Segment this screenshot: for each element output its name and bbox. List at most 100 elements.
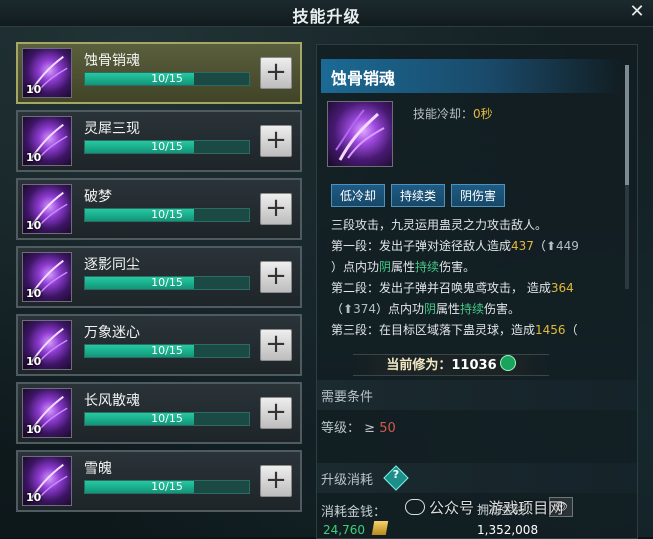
cultivation-banner: 当前修为：11036 [353, 354, 549, 376]
progress-text: 10/15 [151, 412, 183, 425]
claw-icon [335, 109, 385, 161]
desc-text: 第二段：发出子弹并召唤鬼鸢攻击， 造成 [331, 281, 551, 295]
progress-text: 10/15 [151, 140, 183, 153]
tag-low-cooldown: 低冷却 [331, 184, 386, 207]
skill-icon: 10 [22, 48, 72, 98]
cultivation-label: 当前修为： [386, 358, 452, 373]
desc-green: 持续 [415, 260, 440, 274]
progress-text: 10/15 [151, 480, 183, 493]
desc-number: 1456 [535, 323, 566, 337]
requirements-header: 需要条件 [321, 390, 374, 405]
cost-section: 升级消耗 [317, 463, 637, 493]
desc-number: 364 [550, 281, 574, 295]
upgrade-plus-button[interactable]: + [260, 261, 292, 293]
progress-text: 10/15 [151, 276, 183, 289]
skill-progress-bar: 10/15 [84, 344, 250, 358]
plus-icon: + [265, 465, 287, 495]
skill-name: 万象迷心 [84, 325, 140, 341]
skill-row[interactable]: 10 雪魄 10/15 + [16, 450, 302, 512]
skill-name: 长风散魂 [84, 393, 140, 409]
skill-icon: 10 [22, 252, 72, 302]
progress-text: 10/15 [151, 344, 183, 357]
detail-title: 蚀骨销魂 [331, 69, 396, 88]
cooldown-value: 0秒 [473, 107, 493, 121]
upgrade-plus-button[interactable]: + [260, 57, 292, 89]
plus-icon: + [265, 261, 287, 291]
skill-icon: 10 [22, 116, 72, 166]
cost-label: 消耗金钱： [321, 505, 387, 520]
desc-line: 第三段：在目标区域落下蛊灵球，造成1456（ [331, 320, 621, 341]
skill-tags: 低冷却 持续类 阴伤害 [331, 184, 511, 207]
skill-icon: 10 [22, 320, 72, 370]
desc-text: （ [331, 302, 344, 316]
cost-value: 24,760 [323, 523, 365, 537]
gold-coin-icon [371, 521, 389, 535]
skill-icon: 10 [22, 456, 72, 506]
desc-text: 属性 [436, 302, 461, 316]
requirement-label: 等级： [321, 421, 361, 436]
desc-line: 第一段：发出子弹对途径敌人造成437（⬆449 [331, 236, 621, 257]
desc-green: 阴 [424, 302, 437, 316]
title-bar: 技能升级 ✕ [0, 0, 653, 27]
requirements-section: 需要条件 [317, 380, 637, 410]
skill-name: 雪魄 [84, 461, 112, 477]
desc-text: 属性 [391, 260, 416, 274]
desc-text: 第一段：发出子弹对途径敌人造成 [331, 239, 512, 253]
skill-level: 10 [26, 151, 42, 164]
upgrade-plus-button[interactable]: + [260, 193, 292, 225]
scroll-thumb[interactable] [625, 65, 629, 185]
cost-header: 升级消耗 [321, 473, 374, 488]
skill-level: 10 [26, 83, 42, 96]
close-button[interactable]: ✕ [627, 2, 647, 22]
skill-level: 10 [26, 219, 42, 232]
upgrade-plus-button[interactable]: + [260, 397, 292, 429]
cooldown-info: 技能冷却：0秒 [413, 105, 493, 122]
skill-name: 破梦 [84, 189, 112, 205]
plus-icon: + [265, 397, 287, 427]
skill-row[interactable]: 10 灵犀三现 10/15 + [16, 110, 302, 172]
requirement-operator: ≥ [364, 421, 376, 436]
desc-green: 持续 [460, 302, 485, 316]
desc-line: 三段攻击，九灵运用蛊灵之力攻击敌人。 [331, 218, 548, 232]
desc-text: （ [533, 239, 546, 253]
skill-row[interactable]: 10 破梦 10/15 + [16, 178, 302, 240]
owned-money-value: 1,352,008 [477, 523, 539, 537]
skill-level: 10 [26, 423, 42, 436]
skill-detail-icon [327, 101, 393, 167]
level-requirement: 等级： ≥ 50 [321, 417, 396, 436]
plus-icon: + [265, 57, 287, 87]
plus-icon: + [265, 125, 287, 155]
skill-row[interactable]: 10 长风散魂 10/15 + [16, 382, 302, 444]
upgrade-plus-button[interactable]: + [260, 465, 292, 497]
plus-icon: + [265, 193, 287, 223]
desc-text: 伤害。 [439, 260, 476, 274]
desc-number: 437 [511, 239, 534, 253]
skill-icon: 10 [22, 184, 72, 234]
skill-row[interactable]: 10 逐影同尘 10/15 + [16, 246, 302, 308]
desc-upgrade: ⬆374 [343, 302, 376, 316]
cultivation-value: 11036 [451, 358, 497, 373]
desc-text: 伤害。 [484, 302, 521, 316]
progress-text: 10/15 [151, 208, 183, 221]
skill-progress-bar: 10/15 [84, 72, 250, 86]
requirement-value: 50 [379, 421, 396, 436]
detail-scrollbar[interactable] [625, 65, 629, 289]
desc-text: 第三段：在目标区域落下蛊灵球，造成 [331, 323, 536, 337]
tag-yin-damage: 阴伤害 [451, 184, 506, 207]
cooldown-label: 技能冷却： [413, 107, 474, 121]
plus-icon: + [265, 329, 287, 359]
watermark: 公众号 · 游戏项目网 [405, 497, 563, 518]
skill-row[interactable]: 10 蚀骨销魂 10/15 + [16, 42, 302, 104]
wechat-logo-icon [405, 499, 425, 515]
desc-line: （⬆374）点内功阴属性持续伤害。 [331, 299, 621, 320]
skill-description: 三段攻击，九灵运用蛊灵之力攻击敌人。 第一段：发出子弹对途径敌人造成437（⬆4… [331, 215, 621, 341]
skill-level: 10 [26, 491, 42, 504]
skill-row[interactable]: 10 万象迷心 10/15 + [16, 314, 302, 376]
detail-header: 蚀骨销魂 [321, 59, 623, 93]
skill-progress-bar: 10/15 [84, 208, 250, 222]
upgrade-plus-button[interactable]: + [260, 125, 292, 157]
desc-text: （ [565, 323, 578, 337]
help-symbol: ? [392, 468, 400, 481]
upgrade-plus-button[interactable]: + [260, 329, 292, 361]
skill-progress-bar: 10/15 [84, 276, 250, 290]
